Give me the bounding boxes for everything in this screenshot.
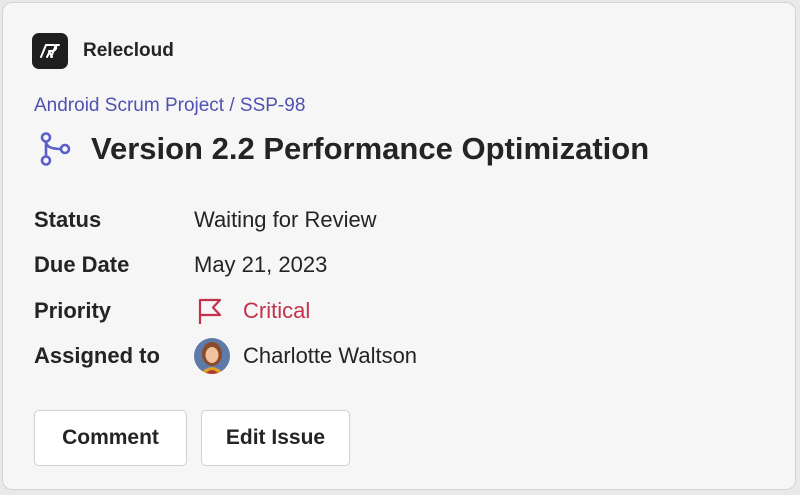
comment-button[interactable]: Comment: [34, 410, 187, 466]
fact-label: Assigned to: [34, 343, 160, 369]
fact-set: Status Waiting for Review Due Date May 2…: [34, 197, 417, 379]
fact-row-priority: Priority Critical: [34, 288, 417, 334]
priority-value: Critical: [194, 296, 310, 326]
app-name: Relecloud: [83, 40, 174, 61]
fact-row-due-date: Due Date May 21, 2023: [34, 243, 417, 289]
assignee-value: Charlotte Waltson: [194, 338, 418, 375]
fact-row-status: Status Waiting for Review: [34, 197, 417, 243]
title-row: Version 2.2 Performance Optimization: [37, 129, 649, 169]
fact-label: Priority: [34, 297, 112, 323]
assignee-name: Charlotte Waltson: [243, 343, 418, 369]
fact-value: May 21, 2023: [194, 252, 328, 278]
avatar[interactable]: [194, 338, 230, 375]
app-header: Relecloud: [32, 33, 174, 69]
branch-icon: [37, 129, 77, 169]
priority-text: Critical: [243, 297, 311, 323]
relecloud-logo-icon: [32, 33, 68, 69]
issue-card: Relecloud Android Scrum Project / SSP-98…: [2, 2, 796, 490]
fact-row-assigned-to: Assigned to Charlotte Waltson: [34, 334, 417, 380]
fact-label: Due Date: [34, 252, 130, 278]
issue-title: Version 2.2 Performance Optimization: [91, 131, 650, 166]
fact-value: Waiting for Review: [194, 206, 377, 232]
flag-icon: [196, 296, 230, 326]
breadcrumb[interactable]: Android Scrum Project / SSP-98: [34, 95, 305, 117]
action-set: Comment Edit Issue: [34, 410, 364, 466]
fact-label: Status: [34, 206, 102, 232]
edit-issue-button[interactable]: Edit Issue: [201, 410, 350, 466]
